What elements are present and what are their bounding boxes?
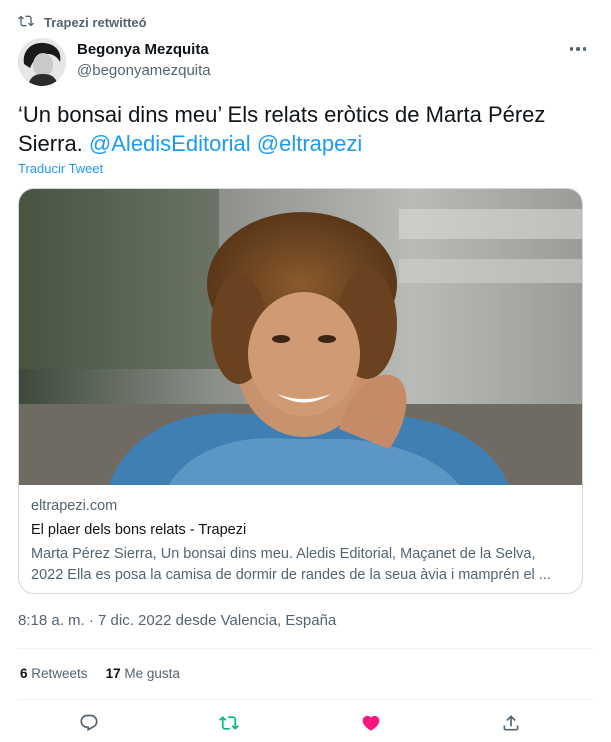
- card-title: El plaer dels bons relats - Trapezi: [31, 522, 247, 538]
- author-block[interactable]: Begonya Mezquita @begonyamezquita: [77, 40, 211, 81]
- retweet-icon[interactable]: [218, 712, 240, 734]
- retweets-stat[interactable]: 6 Retweets: [20, 666, 88, 681]
- mention-aledis[interactable]: @AledisEditorial: [89, 131, 251, 156]
- retweet-header-label: Trapezi retwitteó: [44, 14, 147, 30]
- like-icon[interactable]: [360, 712, 382, 734]
- more-options-icon[interactable]: [567, 42, 589, 56]
- retweets-count: 6: [20, 666, 28, 681]
- retweet-icon: [18, 13, 34, 32]
- tweet-stats: 6 Retweets 17 Me gusta: [20, 666, 180, 681]
- likes-stat[interactable]: 17 Me gusta: [106, 666, 180, 681]
- retweets-label: Retweets: [31, 666, 88, 681]
- likes-count: 17: [105, 666, 121, 681]
- reply-icon[interactable]: [78, 712, 100, 734]
- mention-eltrapezi[interactable]: @eltrapezi: [257, 131, 363, 156]
- share-icon[interactable]: [500, 712, 522, 734]
- avatar[interactable]: [18, 38, 66, 86]
- author-name[interactable]: Begonya Mezquita: [77, 40, 211, 60]
- link-card[interactable]: eltrapezi.com El plaer dels bons relats …: [18, 188, 583, 594]
- card-description: Marta Pérez Sierra, Un bonsai dins meu. …: [31, 546, 551, 583]
- action-bar: [0, 702, 611, 742]
- card-domain: eltrapezi.com: [31, 498, 118, 514]
- tweet-timestamp[interactable]: 8:18 a. m. · 7 dic. 2022 desde Valencia,…: [18, 612, 336, 629]
- divider-bottom: [18, 699, 593, 700]
- likes-label: Me gusta: [124, 666, 180, 681]
- translate-tweet-link[interactable]: Traducir Tweet: [18, 161, 103, 176]
- card-image[interactable]: [19, 189, 582, 485]
- author-handle[interactable]: @begonyamezquita: [77, 61, 211, 81]
- retweet-header[interactable]: Trapezi retwitteó: [18, 12, 147, 32]
- divider-top: [18, 648, 593, 649]
- tweet-text: ‘Un bonsai dins meu’ Els relats eròtics …: [18, 100, 588, 158]
